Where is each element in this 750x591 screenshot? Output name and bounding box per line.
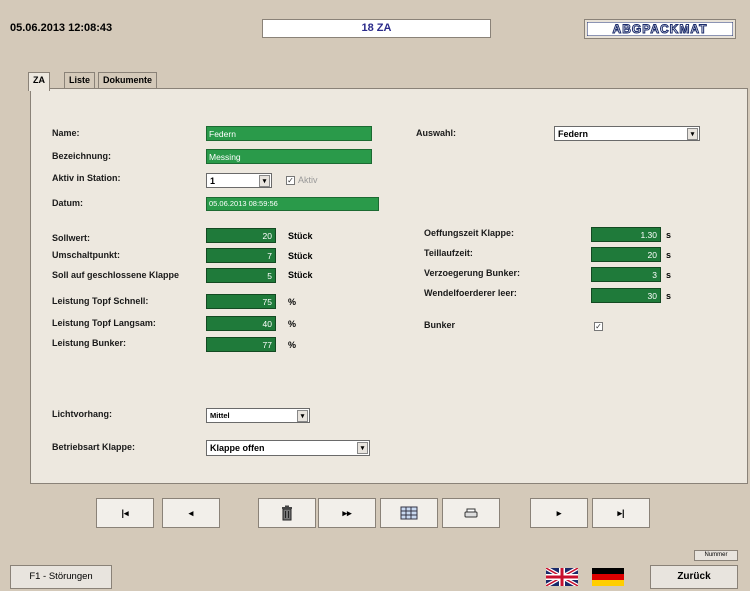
chevron-down-icon: ▾ [687,128,698,140]
oeffnungszeit-label: Oeffungszeit Klappe: [424,228,515,238]
zurueck-button[interactable]: Zurück [650,565,738,589]
page-title: 18 ZA [262,19,491,38]
auswahl-label: Auswahl: [416,128,457,138]
bunker-checkbox[interactable]: ✓ [594,322,603,331]
german-flag-icon[interactable] [592,568,624,586]
aktiv-station-select[interactable]: 1 ▾ [206,173,272,188]
lichtvorhang-select[interactable]: Mittel ▾ [206,408,310,423]
teillaufzeit-field[interactable]: 20 [591,247,661,262]
name-label: Name: [52,128,80,138]
print-icon [464,508,478,518]
topf-schnell-field[interactable]: 75 [206,294,276,309]
wendel-unit: s [666,291,672,301]
sollwert-unit: Stück [288,231,313,241]
soll-klappe-field[interactable]: 5 [206,268,276,283]
datum-label: Datum: [52,198,83,208]
trash-icon [282,505,292,521]
topf-langsam-label: Leistung Topf Langsam: [52,318,156,328]
print-button[interactable] [442,498,500,528]
topf-langsam-field[interactable]: 40 [206,316,276,331]
teillaufzeit-label: Teillaufzeit: [424,248,473,258]
bezeichnung-field[interactable]: Messing [206,149,372,164]
verzoegerung-label: Verzoegerung Bunker: [424,268,521,278]
topf-schnell-unit: % [288,297,297,307]
main-panel [30,88,748,484]
last-record-button[interactable]: ▸| [592,498,650,528]
nummer-button[interactable]: Nummer [694,550,738,561]
tab-dokumente[interactable]: Dokumente [98,72,158,88]
oeffnungszeit-unit: s [666,230,672,240]
sollwert-field[interactable]: 20 [206,228,276,243]
aktiv-label: Aktiv [298,175,318,185]
table-button[interactable] [380,498,438,528]
abg-packmat-logo-icon: ABGPACKMAT [587,22,733,36]
oeffnungszeit-field[interactable]: 1.30 [591,227,661,242]
tab-liste[interactable]: Liste [64,72,96,88]
tab-za[interactable]: ZA [28,72,50,91]
aktiv-station-label: Aktiv in Station: [52,173,121,183]
betriebsart-label: Betriebsart Klappe: [52,442,136,452]
datum-field[interactable]: 05.06.2013 08:59:56 [206,197,379,211]
bunker-label: Bunker [424,320,456,330]
soll-klappe-label: Soll auf geschlossene Klappe [52,270,180,280]
auswahl-select[interactable]: Federn ▾ [554,126,700,141]
datetime: 05.06.2013 12:08:43 [10,22,113,34]
f1-stoerungen-button[interactable]: F1 - Störungen [10,565,112,589]
topf-langsam-unit: % [288,319,297,329]
soll-klappe-unit: Stück [288,270,313,280]
table-icon [400,506,418,520]
leistung-bunker-field[interactable]: 77 [206,337,276,352]
teillaufzeit-unit: s [666,250,672,260]
topf-schnell-label: Leistung Topf Schnell: [52,296,149,306]
prev-record-button[interactable]: ◂ [162,498,220,528]
name-field[interactable]: Federn [206,126,372,141]
logo: ABGPACKMAT [584,19,736,39]
next-record-button[interactable]: ▸ [530,498,588,528]
wendel-label: Wendelfoerderer leer: [424,288,517,298]
svg-text:ABGPACKMAT: ABGPACKMAT [613,22,708,36]
verzoegerung-field[interactable]: 3 [591,267,661,282]
chevron-down-icon: ▾ [357,442,368,454]
lichtvorhang-label: Lichtvorhang: [52,409,112,419]
leistung-bunker-unit: % [288,340,297,350]
leistung-bunker-label: Leistung Bunker: [52,338,127,348]
chevron-down-icon: ▾ [259,175,270,187]
bezeichnung-label: Bezeichnung: [52,151,112,161]
sollwert-label: Sollwert: [52,233,91,243]
first-record-button[interactable]: |◂ [96,498,154,528]
uk-flag-icon[interactable] [545,566,579,588]
wendel-field[interactable]: 30 [591,288,661,303]
umschaltpunkt-field[interactable]: 7 [206,248,276,263]
umschaltpunkt-label: Umschaltpunkt: [52,250,121,260]
skip-button[interactable]: ▸▸ [318,498,376,528]
umschaltpunkt-unit: Stück [288,251,313,261]
verzoegerung-unit: s [666,270,672,280]
chevron-down-icon: ▾ [297,410,308,422]
betriebsart-select[interactable]: Klappe offen ▾ [206,440,370,456]
aktiv-checkbox[interactable]: ✓ [286,176,295,185]
delete-button[interactable] [258,498,316,528]
